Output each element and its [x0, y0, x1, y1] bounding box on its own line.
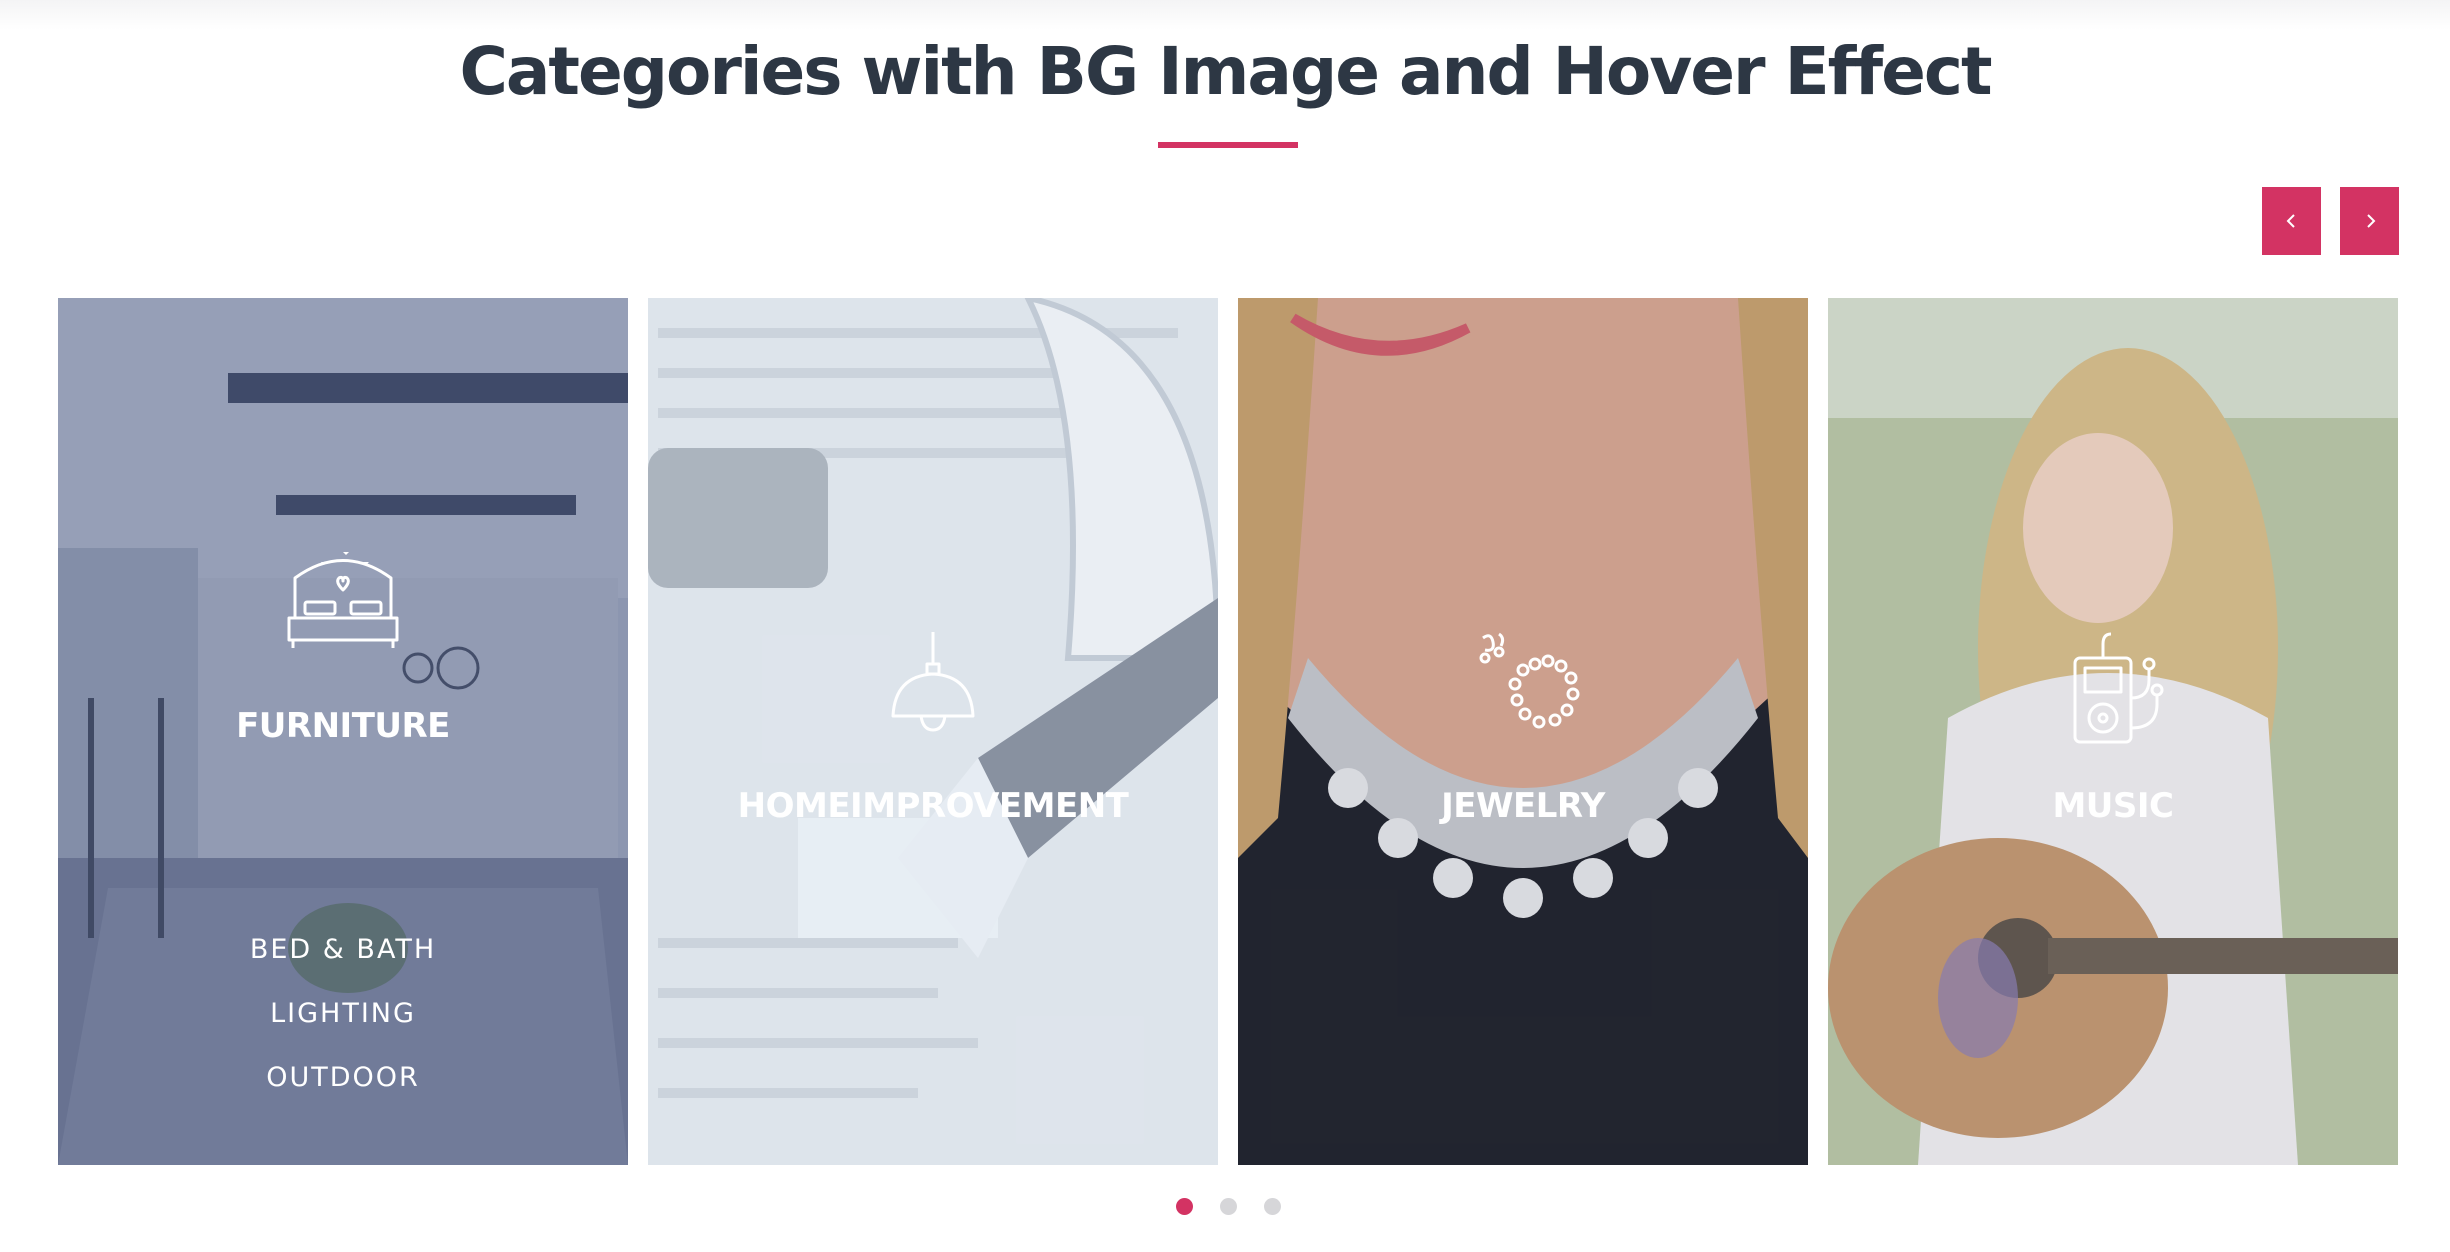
music-player-icon: [2053, 628, 2173, 748]
chevron-right-icon: [2361, 212, 2379, 230]
category-card-music[interactable]: MUSIC: [1828, 298, 2398, 1165]
necklace-icon: [1463, 628, 1583, 748]
category-title: JEWELRY: [1441, 786, 1605, 826]
pagination-dot-1[interactable]: [1176, 1198, 1193, 1215]
title-underline: [1158, 142, 1298, 148]
hanging-lamp-icon: [873, 628, 993, 748]
category-title: HOMEIMPROVEMENT: [737, 786, 1129, 826]
subcategory-link-outdoor[interactable]: OUTDOOR: [58, 1046, 628, 1110]
category-title: FURNITURE: [236, 706, 450, 746]
subcategory-link-bed-bath[interactable]: BED & BATH: [58, 918, 628, 982]
category-card-home-improvement[interactable]: HOMEIMPROVEMENT: [648, 298, 1218, 1165]
carousel-next-button[interactable]: [2340, 187, 2399, 255]
subcategory-list: BED & BATH LIGHTING OUTDOOR: [58, 918, 628, 1110]
pagination-dot-2[interactable]: [1220, 1198, 1237, 1215]
category-card-furniture[interactable]: FURNITURE BED & BATH LIGHTING OUTDOOR: [58, 298, 628, 1165]
category-card-jewelry[interactable]: JEWELRY: [1238, 298, 1808, 1165]
carousel-pagination: [1176, 1198, 1281, 1218]
section-title: Categories with BG Image and Hover Effec…: [459, 33, 1992, 110]
pagination-dot-3[interactable]: [1264, 1198, 1281, 1215]
bed-icon: [283, 548, 403, 668]
carousel-prev-button[interactable]: [2262, 187, 2321, 255]
category-title: MUSIC: [2052, 786, 2174, 826]
chevron-left-icon: [2283, 212, 2301, 230]
subcategory-link-lighting[interactable]: LIGHTING: [58, 982, 628, 1046]
